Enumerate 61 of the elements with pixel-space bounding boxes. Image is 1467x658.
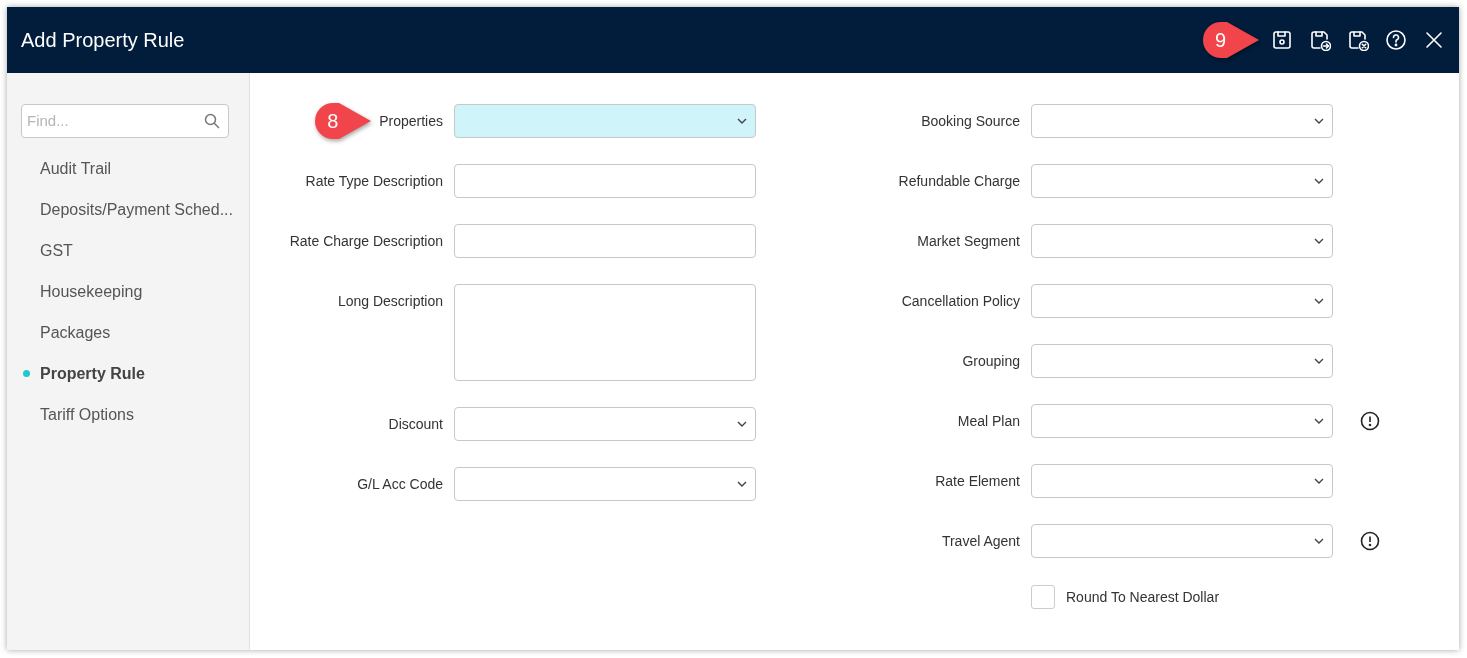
field-label: Travel Agent — [941, 532, 1020, 551]
field-label: Meal Plan — [957, 412, 1020, 431]
dropdown[interactable] — [1031, 404, 1333, 438]
field-label: Rate Element — [935, 472, 1020, 491]
checkbox[interactable] — [1031, 585, 1055, 609]
help-icon[interactable] — [1385, 29, 1407, 51]
search-field[interactable]: Find... — [21, 104, 229, 138]
field-label: Rate Charge Description — [289, 232, 443, 251]
callout-marker: 9 — [1203, 22, 1259, 58]
sidebar-item[interactable]: Tariff Options — [40, 402, 134, 427]
sidebar-item[interactable]: Audit Trail — [40, 156, 112, 181]
chevron-icon — [1314, 538, 1324, 544]
dropdown[interactable] — [1031, 164, 1333, 198]
chevron-icon — [1314, 478, 1324, 484]
dropdown[interactable] — [1031, 344, 1333, 378]
search-input[interactable]: Find... — [27, 109, 204, 133]
sidebar-item[interactable]: GST — [40, 238, 73, 263]
chevron-icon — [737, 118, 747, 124]
text-area[interactable] — [454, 284, 756, 381]
save-arrow-icon[interactable] — [1309, 29, 1331, 51]
dropdown[interactable] — [1031, 224, 1333, 258]
search-icon — [204, 113, 220, 129]
chevron-icon — [737, 421, 747, 427]
dropdown[interactable] — [454, 467, 756, 501]
chevron-icon — [1314, 178, 1324, 184]
field-label: Long Description — [337, 292, 443, 311]
chevron-icon — [1314, 358, 1324, 364]
dropdown[interactable] — [1031, 524, 1333, 558]
field-label: Booking Source — [921, 112, 1020, 131]
dropdown[interactable] — [1031, 464, 1333, 498]
dropdown[interactable] — [1031, 284, 1333, 318]
dropdown[interactable] — [454, 407, 756, 441]
info-icon[interactable] — [1360, 411, 1380, 431]
info-icon[interactable] — [1360, 531, 1380, 551]
field-label: Grouping — [962, 352, 1020, 371]
field-label: Discount — [388, 415, 443, 434]
field-label: Market Segment — [917, 232, 1020, 251]
field-label: Cancellation Policy — [901, 292, 1020, 311]
field-label: Refundable Charge — [898, 172, 1020, 191]
callout-marker: 8 — [315, 103, 372, 139]
field-label: Properties — [379, 112, 443, 131]
dropdown[interactable] — [454, 104, 756, 138]
sidebar-item[interactable]: Property Rule — [40, 361, 145, 386]
sidebar-item[interactable]: Housekeeping — [40, 279, 143, 304]
save-icon[interactable] — [1271, 29, 1293, 51]
window-title: Add Property Rule — [21, 28, 185, 53]
field-label: Rate Type Description — [305, 172, 443, 191]
input-field[interactable] — [454, 224, 756, 258]
chevron-icon — [1314, 118, 1324, 124]
sidebar-item[interactable]: Packages — [40, 320, 111, 345]
sidebar-item[interactable]: Deposits/Payment Sched... — [40, 197, 233, 222]
input-field[interactable] — [454, 164, 756, 198]
save-cancel-icon[interactable] — [1347, 29, 1369, 51]
dropdown[interactable] — [1031, 104, 1333, 138]
field-label: G/L Acc Code — [357, 475, 443, 494]
chevron-icon — [1314, 418, 1324, 424]
chevron-icon — [1314, 298, 1324, 304]
chevron-icon — [1314, 238, 1324, 244]
close-icon[interactable] — [1423, 29, 1445, 51]
chevron-icon — [737, 481, 747, 487]
checkbox-label: Round To Nearest Dollar — [1066, 587, 1220, 607]
